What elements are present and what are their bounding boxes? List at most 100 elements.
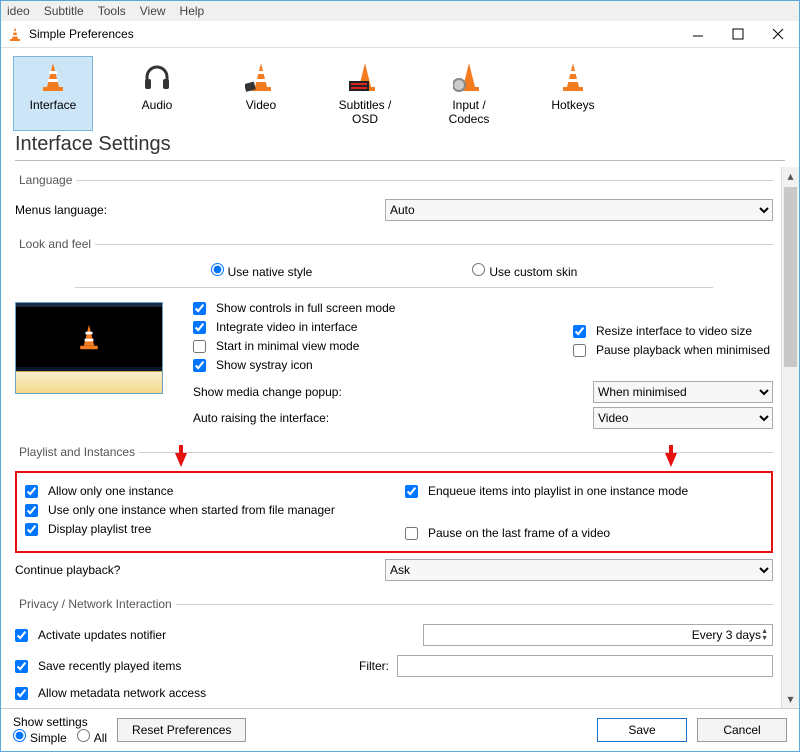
checkbox-label: Integrate video in interface (216, 320, 357, 334)
checkbox-label: Display playlist tree (48, 522, 151, 536)
tab-video[interactable]: Video (221, 56, 301, 131)
save-recent-checkbox[interactable] (15, 660, 28, 673)
language-group: Language Menus language: Auto (15, 173, 773, 225)
tab-label: Hotkeys (536, 98, 610, 112)
menus-language-label: Menus language: (15, 203, 385, 217)
pause-minimised-checkbox[interactable] (573, 344, 586, 357)
subtitle-cone-icon (349, 82, 381, 96)
fullscreen-controls-checkbox[interactable] (193, 302, 206, 315)
filter-label: Filter: (345, 659, 389, 673)
updates-interval-spinbox[interactable]: Every 3 days ▲▼ (423, 624, 773, 646)
menu-item[interactable]: Help (180, 4, 205, 18)
continue-playback-label: Continue playback? (15, 563, 385, 577)
all-radio[interactable]: All (77, 729, 107, 745)
reset-preferences-button[interactable]: Reset Preferences (117, 718, 246, 742)
spin-up-icon[interactable]: ▲ (761, 628, 768, 635)
tab-label: Input / Codecs (432, 98, 506, 126)
custom-skin-radio[interactable]: Use custom skin (472, 263, 577, 279)
menu-item[interactable]: Tools (98, 4, 126, 18)
native-style-radio[interactable]: Use native style (211, 263, 313, 279)
tab-label: Interface (16, 98, 90, 112)
radio-label: Use custom skin (489, 265, 577, 279)
resize-interface-checkbox[interactable] (573, 325, 586, 338)
radio-label: Use native style (228, 265, 313, 279)
spin-value: Every 3 days (428, 628, 761, 642)
minimize-button[interactable] (691, 27, 705, 41)
show-settings-label: Show settings (13, 715, 107, 729)
tab-label: Video (224, 98, 298, 112)
save-button[interactable]: Save (597, 718, 687, 742)
metadata-access-checkbox[interactable] (15, 687, 28, 700)
filter-input[interactable] (397, 655, 773, 677)
scrollbar-thumb[interactable] (784, 187, 797, 367)
look-feel-group: Look and feel Use native style Use custo… (15, 237, 773, 433)
disc-cone-icon (453, 82, 485, 96)
scroll-down-icon[interactable]: ▾ (782, 690, 799, 708)
enqueue-checkbox[interactable] (405, 485, 418, 498)
annotation-highlight-box: Allow only one instance Use only one ins… (15, 471, 773, 553)
native-style-radio-input[interactable] (211, 263, 224, 276)
maximize-button[interactable] (731, 27, 745, 41)
all-radio-input[interactable] (77, 729, 90, 742)
tab-hotkeys[interactable]: Hotkeys (533, 56, 613, 131)
media-popup-label: Show media change popup: (193, 385, 393, 399)
menu-item[interactable]: View (140, 4, 166, 18)
tab-label: Subtitles / OSD (328, 98, 402, 126)
checkbox-label: Pause on the last frame of a video (428, 526, 610, 540)
tab-label: Audio (120, 98, 194, 112)
category-tabs: Interface Audio Video Subtitles / OSD In… (1, 48, 799, 133)
checkbox-label: Allow only one instance (48, 484, 173, 498)
window-controls (691, 27, 793, 41)
minimal-view-checkbox[interactable] (193, 340, 206, 353)
cancel-button[interactable]: Cancel (697, 718, 787, 742)
custom-skin-radio-input[interactable] (472, 263, 485, 276)
heading-divider (15, 160, 785, 161)
one-instance-checkbox[interactable] (25, 485, 38, 498)
tab-audio[interactable]: Audio (117, 56, 197, 131)
checkbox-label: Enqueue items into playlist in one insta… (428, 484, 688, 498)
spin-down-icon[interactable]: ▼ (761, 635, 768, 642)
simple-radio-input[interactable] (13, 729, 26, 742)
hotkeys-cone-icon (557, 82, 589, 96)
checkbox-label: Use only one instance when started from … (48, 503, 335, 517)
tab-subtitles[interactable]: Subtitles / OSD (325, 56, 405, 131)
checkbox-label: Pause playback when minimised (596, 343, 770, 357)
film-cone-icon (245, 82, 277, 96)
checkbox-label: Allow metadata network access (38, 686, 206, 700)
updates-notifier-checkbox[interactable] (15, 629, 28, 642)
dialog-footer: Show settings Simple All Reset Preferenc… (1, 708, 799, 751)
checkbox-label: Activate updates notifier (38, 628, 166, 642)
group-legend: Look and feel (15, 237, 95, 251)
skin-preview (15, 302, 163, 394)
radio-label: Simple (30, 731, 67, 745)
pause-last-frame-checkbox[interactable] (405, 527, 418, 540)
auto-raise-label: Auto raising the interface: (193, 411, 393, 425)
titlebar: Simple Preferences (1, 21, 799, 49)
divider (75, 287, 713, 288)
continue-playback-select[interactable]: Ask (385, 559, 773, 581)
menu-item[interactable]: Subtitle (44, 4, 84, 18)
show-settings-group: Show settings Simple All (13, 715, 107, 745)
menus-language-select[interactable]: Auto (385, 199, 773, 221)
preferences-window: ideo Subtitle Tools View Help Simple Pre… (0, 0, 800, 752)
systray-checkbox[interactable] (193, 359, 206, 372)
one-instance-filemgr-checkbox[interactable] (25, 504, 38, 517)
vertical-scrollbar[interactable]: ▴ ▾ (781, 167, 799, 708)
radio-label: All (94, 731, 107, 745)
checkbox-label: Save recently played items (38, 659, 181, 673)
simple-radio[interactable]: Simple (13, 729, 67, 745)
tab-input-codecs[interactable]: Input / Codecs (429, 56, 509, 131)
scroll-up-icon[interactable]: ▴ (782, 167, 799, 185)
playlist-tree-checkbox[interactable] (25, 523, 38, 536)
auto-raise-select[interactable]: Video (593, 407, 773, 429)
close-button[interactable] (771, 27, 785, 41)
menu-item[interactable]: ideo (7, 4, 30, 18)
playlist-instances-group: Playlist and Instances Allow only one in… (15, 445, 773, 585)
tab-interface[interactable]: Interface (13, 56, 93, 131)
settings-content: Language Menus language: Auto Look and f… (1, 167, 781, 708)
headphones-icon (141, 82, 173, 96)
checkbox-label: Show systray icon (216, 358, 313, 372)
checkbox-label: Start in minimal view mode (216, 339, 359, 353)
media-popup-select[interactable]: When minimised (593, 381, 773, 403)
integrate-video-checkbox[interactable] (193, 321, 206, 334)
